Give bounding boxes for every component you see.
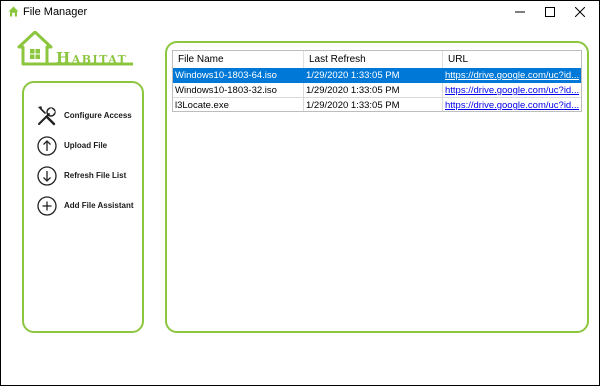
refresh-file-list-button[interactable]: Refresh File List — [36, 165, 142, 187]
add-file-assistant-button[interactable]: Add File Assistant — [36, 195, 142, 217]
file-name-cell: Windows10-1803-32.iso — [173, 83, 304, 98]
url-link[interactable]: https://drive.google.com/uc?id... — [443, 98, 581, 111]
file-manager-window: File Manager HABITAT Configure Access Up… — [1, 1, 599, 385]
main-panel: File Name Last Refresh URL Windows10-180… — [165, 41, 589, 333]
plus-circle-icon — [37, 196, 57, 216]
last-refresh-cell: 1/29/2020 1:33:05 PM — [304, 98, 443, 111]
logo-wordmark: HABITAT — [56, 49, 128, 67]
grid-header: File Name Last Refresh URL — [173, 51, 581, 68]
table-row[interactable]: Windows10-1803-64.iso 1/29/2020 1:33:05 … — [173, 68, 581, 83]
sidebar-panel: Configure Access Upload File Refresh Fil… — [22, 81, 144, 333]
configure-access-label: Configure Access — [64, 111, 132, 120]
maximize-icon — [545, 7, 555, 17]
maximize-button[interactable] — [533, 1, 567, 23]
window-title: File Manager — [23, 6, 88, 18]
close-icon — [575, 7, 585, 17]
table-row[interactable]: Windows10-1803-32.iso 1/29/2020 1:33:05 … — [173, 83, 581, 98]
column-header-url[interactable]: URL — [443, 51, 581, 68]
url-link[interactable]: https://drive.google.com/uc?id... — [443, 83, 581, 98]
arrow-down-circle-icon — [37, 166, 57, 186]
arrow-up-circle-icon — [37, 136, 57, 156]
title-bar[interactable]: File Manager — [1, 1, 599, 23]
house-icon — [8, 6, 19, 17]
configure-access-button[interactable]: Configure Access — [36, 105, 142, 127]
url-link[interactable]: https://drive.google.com/uc?id... — [443, 68, 581, 83]
upload-file-label: Upload File — [64, 141, 108, 150]
minimize-icon — [515, 11, 525, 13]
file-grid[interactable]: File Name Last Refresh URL Windows10-180… — [172, 50, 582, 112]
minimize-button[interactable] — [503, 1, 537, 23]
upload-file-button[interactable]: Upload File — [36, 135, 142, 157]
table-row[interactable]: l3Locate.exe 1/29/2020 1:33:05 PM https:… — [173, 98, 581, 111]
file-name-cell: l3Locate.exe — [173, 98, 304, 111]
column-header-file-name[interactable]: File Name — [173, 51, 304, 68]
file-name-cell: Windows10-1803-64.iso — [173, 68, 304, 83]
add-file-assistant-label: Add File Assistant — [64, 201, 134, 210]
wrench-screwdriver-icon — [38, 106, 56, 126]
column-header-last-refresh[interactable]: Last Refresh — [304, 51, 443, 68]
last-refresh-cell: 1/29/2020 1:33:05 PM — [304, 83, 443, 98]
close-button[interactable] — [563, 1, 597, 23]
refresh-file-list-label: Refresh File List — [64, 171, 127, 180]
last-refresh-cell: 1/29/2020 1:33:05 PM — [304, 68, 443, 83]
habitat-logo: HABITAT — [16, 31, 134, 67]
